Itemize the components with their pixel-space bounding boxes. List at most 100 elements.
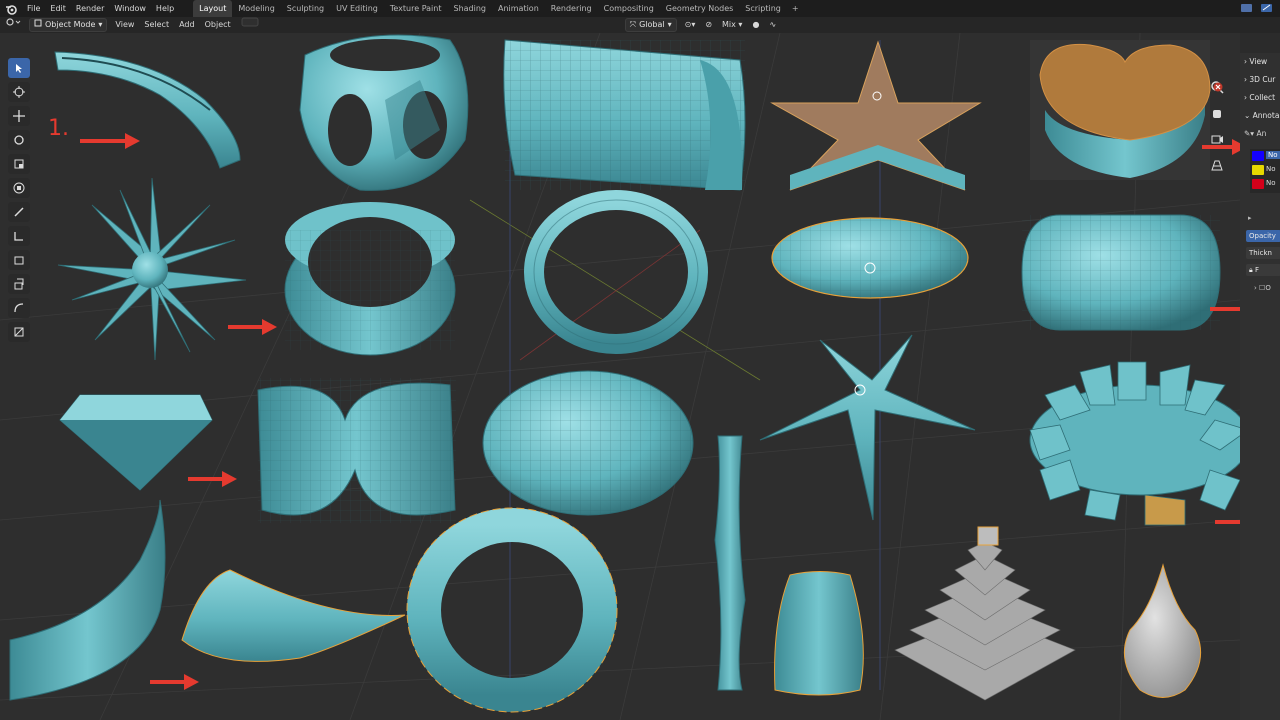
tab-scripting[interactable]: Scripting <box>739 0 787 17</box>
layer-name-1[interactable]: No <box>1266 151 1280 159</box>
menu-help[interactable]: Help <box>151 0 179 17</box>
list-expand-icon[interactable]: ▸ <box>1248 214 1252 222</box>
panel-view[interactable]: › View <box>1240 53 1280 71</box>
object-mode-dropdown[interactable]: Object Mode ▾ <box>29 18 108 32</box>
tool-shelf <box>8 58 32 342</box>
layer-color-swatch-red[interactable] <box>1252 179 1264 189</box>
panel-3d-cursor[interactable]: › 3D Cur <box>1240 71 1280 89</box>
opacity-label: Opacity <box>1249 232 1276 240</box>
mesh-hollow-cube <box>299 34 469 191</box>
annotate-tool-icon[interactable] <box>8 202 30 222</box>
mesh-gear-disc <box>1029 361 1240 526</box>
tab-modeling[interactable]: Modeling <box>232 0 280 17</box>
mesh-horn-side <box>181 569 406 662</box>
scene-selector-icon[interactable] <box>1240 2 1254 16</box>
menu-file[interactable]: File <box>22 0 45 17</box>
mesh-thick-ring <box>284 202 456 356</box>
mesh-rounded-tube <box>503 39 746 191</box>
navigation-gizmo <box>1210 80 1230 174</box>
thickness-label: Thickn <box>1249 249 1272 257</box>
menu-select[interactable]: Select <box>139 17 174 33</box>
chevron-down-icon: ▾ <box>667 20 672 29</box>
layer-color-swatch-blue[interactable] <box>1252 151 1264 161</box>
add-cube-tool-icon[interactable] <box>8 250 30 270</box>
mesh-star-spikes <box>759 334 976 521</box>
panel-3d-cursor-label: 3D Cur <box>1249 75 1276 84</box>
opacity-slider[interactable]: Opacity <box>1246 230 1280 242</box>
mesh-spiky-ball <box>57 177 247 361</box>
annotation-layer-dropdown[interactable]: ✎▾ An <box>1240 125 1280 143</box>
panel-collection[interactable]: › Collect <box>1240 89 1280 107</box>
menu-edit[interactable]: Edit <box>45 0 71 17</box>
layer-color-swatch-yellow[interactable] <box>1252 165 1264 175</box>
tab-sculpting[interactable]: Sculpting <box>281 0 330 17</box>
mesh-ridged-torus <box>406 507 618 713</box>
perspective-grid-icon[interactable] <box>1210 158 1230 174</box>
curve-tool-icon[interactable] <box>8 298 30 318</box>
mesh-hourglass <box>257 378 456 523</box>
transform-tool-icon[interactable] <box>8 178 30 198</box>
mesh-egg-sphere <box>482 370 694 516</box>
menu-view[interactable]: View <box>110 17 139 33</box>
menu-window[interactable]: Window <box>109 0 151 17</box>
mesh-star-extruded <box>770 40 982 191</box>
layer-name-2[interactable]: No <box>1266 165 1276 173</box>
cursor-tool-icon[interactable] <box>8 82 30 102</box>
3d-viewport[interactable]: 1. <box>0 33 1240 720</box>
extrude-tool-icon[interactable] <box>8 274 30 294</box>
snap-mode-label: Mix <box>722 20 736 29</box>
shear-tool-icon[interactable] <box>8 322 30 342</box>
transform-orientation-dropdown[interactable]: ⤧ Global ▾ <box>624 18 677 32</box>
snap-toggle-icon[interactable]: ⊘ <box>700 17 717 33</box>
scale-tool-icon[interactable] <box>8 154 30 174</box>
tab-layout[interactable]: Layout <box>193 0 233 17</box>
tab-rendering[interactable]: Rendering <box>545 0 598 17</box>
select-box-tool-icon[interactable] <box>8 58 30 78</box>
view-layer-icon[interactable] <box>1260 2 1274 16</box>
menu-render[interactable]: Render <box>71 0 109 17</box>
object-mode-label: Object Mode <box>45 20 96 29</box>
close-annotation-icon[interactable] <box>1213 82 1223 94</box>
object-mode-icon <box>34 19 42 31</box>
tab-uv-editing[interactable]: UV Editing <box>330 0 384 17</box>
camera-view-icon[interactable] <box>1210 132 1230 148</box>
top-menubar: File Edit Render Window Help Layout Mode… <box>0 0 1280 17</box>
proportional-falloff-icon[interactable]: ∿ <box>764 17 781 33</box>
overlay-dropdown-icon[interactable] <box>236 17 264 33</box>
orientation-label: Global <box>639 20 665 29</box>
editor-type-icon[interactable] <box>0 17 26 33</box>
step-annotation-label: 1. <box>48 116 69 141</box>
tab-compositing[interactable]: Compositing <box>598 0 660 17</box>
tab-shading[interactable]: Shading <box>447 0 492 17</box>
mesh-stepped-pyramid <box>894 526 1076 701</box>
pencil-icon: ✎▾ <box>1244 129 1257 138</box>
blender-logo-icon[interactable] <box>0 0 22 17</box>
mesh-flattened-ellipsoid <box>771 217 969 299</box>
panel-view-label: View <box>1249 57 1268 66</box>
menu-object[interactable]: Object <box>200 17 236 33</box>
annotation-layer-list: No No No <box>1250 149 1280 193</box>
thickness-slider[interactable]: Thickn <box>1246 247 1280 259</box>
snap-mode-dropdown[interactable]: Mix ▾ <box>717 17 747 33</box>
onion-skin-subpanel[interactable]: › ☐O <box>1254 284 1271 292</box>
mesh-torus <box>524 190 708 354</box>
tab-animation[interactable]: Animation <box>492 0 545 17</box>
onion-skin-label: O <box>1265 284 1271 292</box>
move-tool-icon[interactable] <box>8 106 30 126</box>
menu-add[interactable]: Add <box>174 17 200 33</box>
mesh-drop <box>1123 563 1202 698</box>
rotate-tool-icon[interactable] <box>8 130 30 150</box>
pivot-point-icon[interactable]: ⊙▾ <box>680 17 701 33</box>
layer-name-3[interactable]: No <box>1266 179 1276 187</box>
mesh-horn-tall <box>9 499 166 701</box>
tab-texture-paint[interactable]: Texture Paint <box>384 0 448 17</box>
panel-annotations[interactable]: ⌄ Annota <box>1240 107 1280 125</box>
lock-toggle[interactable]: 🔒︎ F <box>1246 264 1280 276</box>
proportional-edit-icon[interactable]: ● <box>747 17 764 33</box>
measure-tool-icon[interactable] <box>8 226 30 246</box>
hand-pan-icon[interactable] <box>1210 106 1230 122</box>
sidebar-n-panel: › View › 3D Cur › Collect ⌄ Annota ✎▾ An… <box>1240 53 1280 720</box>
add-workspace-button[interactable]: + <box>787 4 804 13</box>
tab-geometry-nodes[interactable]: Geometry Nodes <box>660 0 739 17</box>
annotation-layer-dropdown-label: An <box>1256 129 1267 138</box>
